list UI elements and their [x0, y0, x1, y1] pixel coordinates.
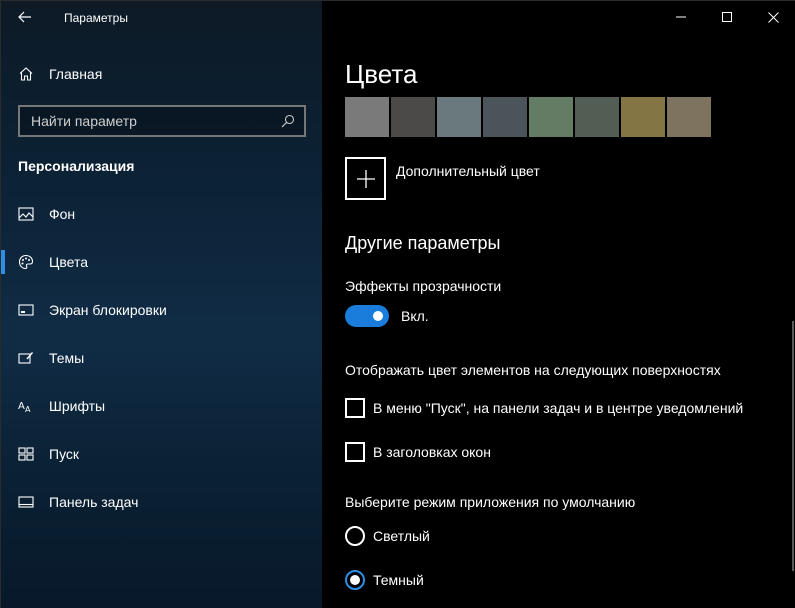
close-icon: [767, 11, 779, 23]
search-placeholder: Найти параметр: [31, 113, 137, 129]
color-swatch[interactable]: [621, 97, 665, 137]
window-controls: [658, 1, 795, 33]
titlebar-left: Параметры: [1, 1, 322, 33]
home-icon: [17, 65, 35, 83]
toggle-knob: [373, 311, 383, 321]
sidebar-item-background[interactable]: Фон: [1, 190, 322, 238]
themes-icon: [17, 349, 35, 367]
maximize-button[interactable]: [704, 1, 750, 33]
radio-label: Светлый: [373, 528, 430, 544]
settings-window: Параметры Главная Найти параметр Персона…: [0, 0, 795, 608]
close-button[interactable]: [750, 1, 795, 33]
sidebar-item-label: Фон: [49, 206, 76, 222]
color-swatch[interactable]: [575, 97, 619, 137]
radio-dark[interactable]: [345, 570, 365, 590]
radio-label: Темный: [373, 572, 424, 588]
scrollbar[interactable]: [792, 321, 794, 571]
checkbox-titlebars[interactable]: [345, 442, 365, 462]
color-swatch[interactable]: [437, 97, 481, 137]
custom-color-button[interactable]: Дополнительный цвет: [345, 157, 540, 200]
transparency-toggle[interactable]: [345, 305, 389, 327]
sidebar-item-fonts[interactable]: A A Шрифты: [1, 382, 322, 430]
checkbox-start-taskbar[interactable]: [345, 398, 365, 418]
sidebar-item-themes[interactable]: Темы: [1, 334, 322, 382]
svg-text:A: A: [25, 405, 31, 414]
radio-light[interactable]: [345, 526, 365, 546]
color-swatches: [345, 97, 711, 137]
search-icon[interactable]: [280, 113, 296, 129]
svg-text:A: A: [18, 401, 25, 412]
picture-icon: [17, 205, 35, 223]
minimize-icon: [676, 16, 686, 18]
sidebar: Параметры Главная Найти параметр Персона…: [1, 1, 322, 608]
sidebar-item-start[interactable]: Пуск: [1, 430, 322, 478]
checkbox-label: В заголовках окон: [373, 444, 491, 460]
app-title: Параметры: [64, 11, 128, 25]
back-button[interactable]: [11, 5, 39, 29]
sidebar-item-taskbar[interactable]: Панель задач: [1, 478, 322, 526]
plus-icon: [345, 157, 386, 200]
section-title: Персонализация: [18, 158, 135, 174]
nav-home-label: Главная: [49, 66, 103, 82]
accent-surfaces-label: Отображать цвет элементов на следующих п…: [345, 362, 721, 378]
color-swatch[interactable]: [391, 97, 435, 137]
back-arrow-icon: [18, 11, 31, 23]
taskbar-icon: [17, 493, 35, 511]
palette-icon: [17, 253, 35, 271]
sidebar-item-label: Панель задач: [49, 494, 139, 510]
checkbox-start-taskbar-row[interactable]: В меню "Пуск", на панели задач и в центр…: [345, 398, 743, 418]
color-swatch[interactable]: [345, 97, 389, 137]
sidebar-item-lock-screen[interactable]: Экран блокировки: [1, 286, 322, 334]
sidebar-item-label: Темы: [49, 350, 85, 366]
sidebar-item-label: Пуск: [49, 446, 80, 462]
fonts-icon: A A: [17, 397, 35, 415]
sidebar-item-label: Шрифты: [49, 398, 106, 414]
transparency-label: Эффекты прозрачности: [345, 278, 502, 294]
lock-screen-icon: [17, 301, 35, 319]
radio-dark-row[interactable]: Темный: [345, 570, 424, 590]
app-mode-label: Выберите режим приложения по умолчанию: [345, 494, 636, 510]
maximize-icon: [722, 12, 732, 22]
sidebar-item-label: Экран блокировки: [49, 302, 167, 318]
radio-light-row[interactable]: Светлый: [345, 526, 430, 546]
toggle-state-label: Вкл.: [401, 308, 429, 324]
page-title: Цвета: [345, 59, 418, 89]
minimize-button[interactable]: [658, 1, 704, 33]
start-icon: [17, 445, 35, 463]
other-settings-title: Другие параметры: [345, 233, 501, 253]
content-pane: Цвета Дополнительный цвет Другие парамет…: [322, 1, 795, 608]
checkbox-titlebars-row[interactable]: В заголовках окон: [345, 442, 491, 462]
sidebar-item-colors[interactable]: Цвета: [1, 238, 322, 286]
color-swatch[interactable]: [483, 97, 527, 137]
sidebar-item-label: Цвета: [49, 254, 88, 270]
nav-list: Фон Цвета Экран блокировки Темы A A Шриф…: [1, 190, 322, 526]
color-swatch[interactable]: [667, 97, 711, 137]
custom-color-label: Дополнительный цвет: [396, 163, 540, 179]
search-input[interactable]: Найти параметр: [18, 105, 306, 137]
nav-home[interactable]: Главная: [1, 57, 322, 91]
transparency-toggle-row: Вкл.: [345, 305, 429, 327]
color-swatch[interactable]: [529, 97, 573, 137]
checkbox-label: В меню "Пуск", на панели задач и в центр…: [373, 400, 744, 416]
